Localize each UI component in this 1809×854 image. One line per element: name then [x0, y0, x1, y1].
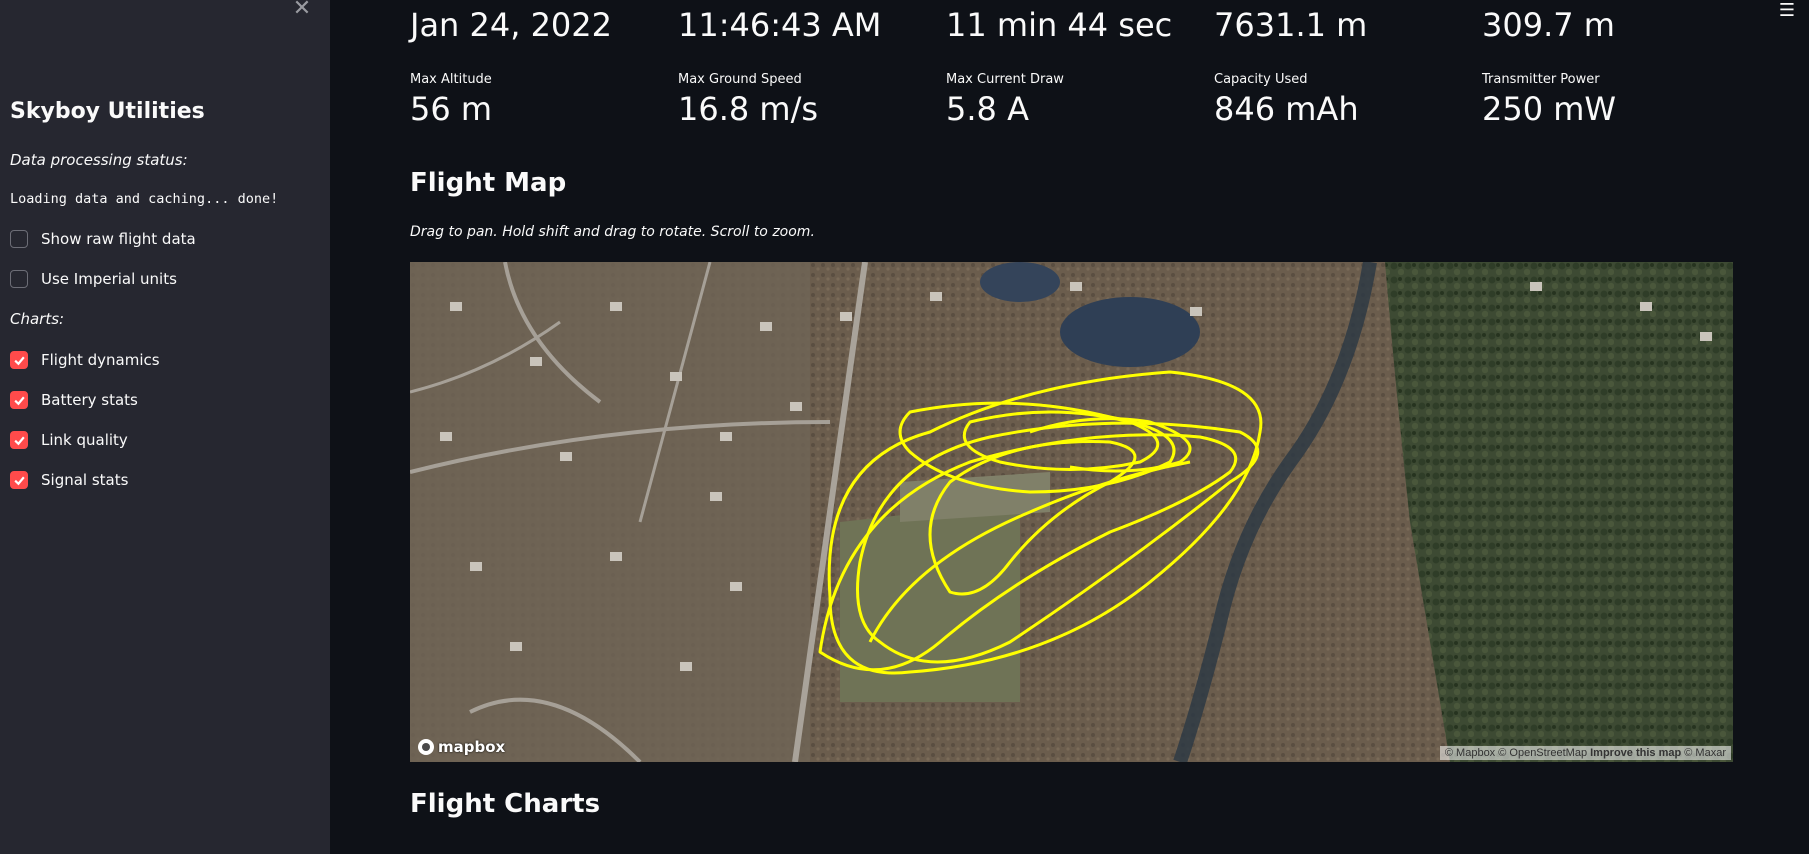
metric-value: Jan 24, 2022	[410, 6, 612, 44]
improve-map-link[interactable]: Improve this map	[1590, 747, 1681, 759]
mapbox-logo[interactable]: mapbox	[418, 738, 505, 756]
metric-label: Max Current Draw	[946, 72, 1064, 87]
signal-stats-checkbox[interactable]: Signal stats	[10, 469, 128, 491]
checkbox-label: Link quality	[41, 431, 128, 449]
check-icon	[13, 476, 25, 485]
sidebar-title: Skyboy Utilities	[10, 99, 205, 124]
mapbox-logo-text: mapbox	[438, 738, 506, 756]
flight-dynamics-checkbox[interactable]: Flight dynamics	[10, 349, 160, 371]
map-attribution: © Mapbox © OpenStreetMap Improve this ma…	[1439, 746, 1731, 760]
metric-max-distance: 309.7 m	[1482, 7, 1615, 43]
metric-value: 11 min 44 sec	[946, 6, 1173, 44]
metric-value: 11:46:43 AM	[678, 6, 882, 44]
metric-max-altitude: Max Altitude 56 m	[410, 72, 492, 127]
metric-flight-date: Jan 24, 2022	[410, 7, 612, 43]
map-instructions: Drag to pan. Hold shift and drag to rota…	[410, 224, 815, 240]
metric-value: 16.8 m/s	[678, 90, 819, 128]
checkbox-label: Battery stats	[41, 391, 138, 409]
check-icon	[13, 356, 25, 365]
metric-max-current-draw: Max Current Draw 5.8 A	[946, 72, 1064, 127]
metric-distance: 7631.1 m	[1214, 7, 1367, 43]
attribution-text: © Mapbox © OpenStreetMap	[1444, 747, 1588, 759]
checkbox-box[interactable]	[10, 351, 28, 369]
hamburger-menu-icon[interactable]: ☰	[1779, 0, 1795, 21]
metric-value: 5.8 A	[946, 90, 1029, 128]
checkbox-label: Signal stats	[41, 471, 129, 489]
checkbox-label: Use Imperial units	[41, 270, 177, 288]
checkbox-label: Flight dynamics	[41, 351, 160, 369]
sidebar: ✕ Skyboy Utilities Data processing statu…	[0, 0, 330, 854]
status-label: Data processing status:	[10, 151, 188, 169]
metric-value: 250 mW	[1482, 90, 1617, 128]
checkbox-box[interactable]	[10, 270, 28, 288]
mapbox-logo-icon	[418, 739, 434, 755]
imperial-units-checkbox[interactable]: Use Imperial units	[10, 268, 177, 290]
flight-map[interactable]: mapbox © Mapbox © OpenStreetMap Improve …	[410, 262, 1733, 762]
flight-charts-heading: Flight Charts	[410, 789, 601, 819]
flight-map-heading: Flight Map	[410, 168, 567, 198]
metric-value: 846 mAh	[1214, 90, 1359, 128]
metric-value: 56 m	[410, 90, 493, 128]
status-text: Loading data and caching... done!	[10, 191, 279, 207]
check-icon	[13, 396, 25, 405]
checkbox-box[interactable]	[10, 431, 28, 449]
metric-value: 7631.1 m	[1214, 6, 1368, 44]
checkbox-box[interactable]	[10, 391, 28, 409]
checkbox-label: Show raw flight data	[41, 230, 196, 248]
metric-label: Max Ground Speed	[678, 72, 802, 87]
close-icon[interactable]: ✕	[291, 0, 313, 20]
metric-label: Capacity Used	[1214, 72, 1308, 87]
link-quality-checkbox[interactable]: Link quality	[10, 429, 128, 451]
metric-value: 309.7 m	[1482, 6, 1615, 44]
check-icon	[13, 436, 25, 445]
metric-flight-duration: 11 min 44 sec	[946, 7, 1172, 43]
metric-flight-time: 11:46:43 AM	[678, 7, 881, 43]
metric-max-ground-speed: Max Ground Speed 16.8 m/s	[678, 72, 818, 127]
metric-transmitter-power: Transmitter Power 250 mW	[1482, 72, 1616, 127]
satellite-imagery	[410, 262, 1733, 762]
battery-stats-checkbox[interactable]: Battery stats	[10, 389, 138, 411]
checkbox-box[interactable]	[10, 230, 28, 248]
metric-label: Transmitter Power	[1482, 72, 1600, 87]
checkbox-box[interactable]	[10, 471, 28, 489]
charts-label: Charts:	[10, 310, 65, 328]
metric-capacity-used: Capacity Used 846 mAh	[1214, 72, 1359, 127]
metric-label: Max Altitude	[410, 72, 492, 87]
show-raw-data-checkbox[interactable]: Show raw flight data	[10, 228, 196, 250]
attribution-suffix: © Maxar	[1684, 747, 1726, 759]
